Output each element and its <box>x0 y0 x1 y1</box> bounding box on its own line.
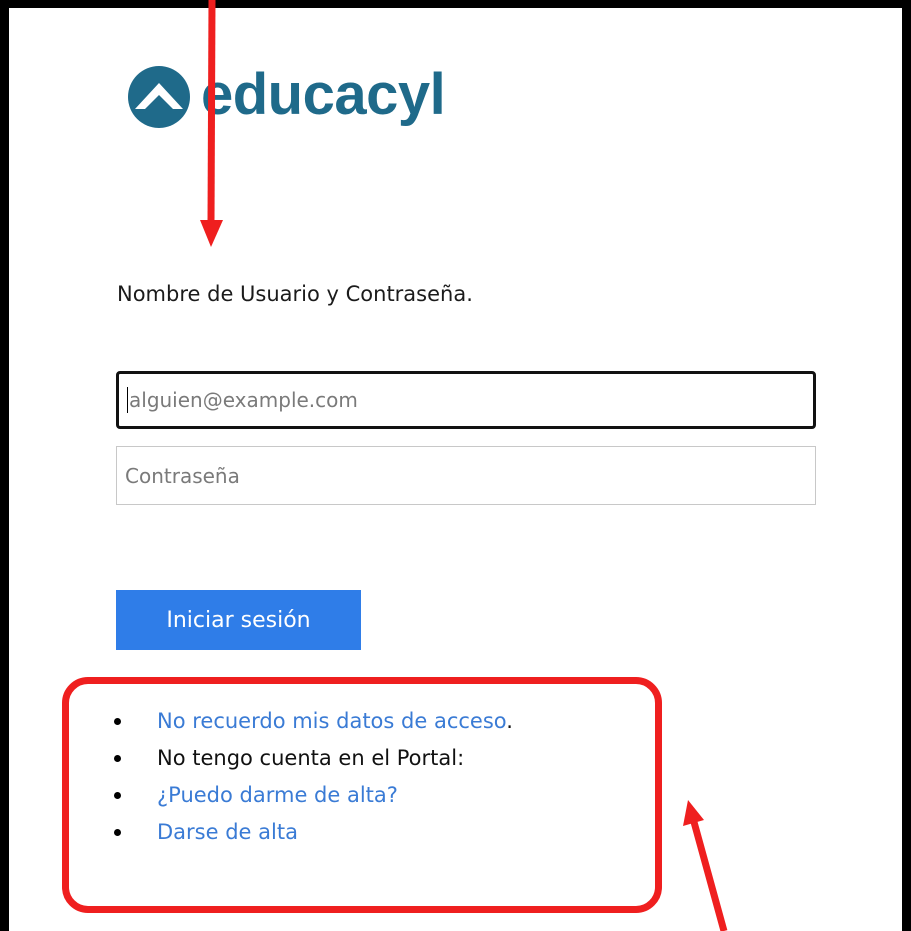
red-highlight-box <box>62 677 662 913</box>
educacyl-logo-icon <box>128 66 190 128</box>
password-field[interactable]: Contraseña <box>116 446 816 505</box>
text-caret <box>127 387 128 413</box>
email-placeholder: alguien@example.com <box>129 388 358 412</box>
login-instruction: Nombre de Usuario y Contraseña. <box>117 282 473 306</box>
brand-text: educacyl <box>201 62 446 127</box>
signin-button[interactable]: Iniciar sesión <box>116 590 361 650</box>
email-field[interactable]: alguien@example.com <box>116 371 816 429</box>
password-placeholder: Contraseña <box>125 463 240 488</box>
educacyl-logo: educacyl <box>127 62 446 132</box>
